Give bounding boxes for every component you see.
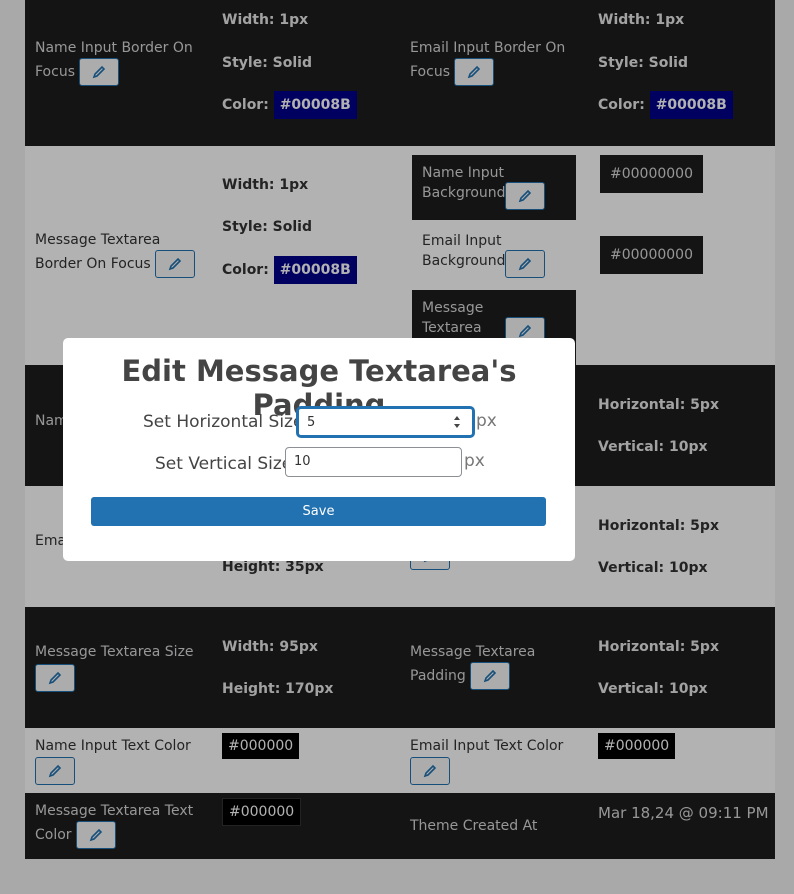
- save-button[interactable]: Save: [91, 497, 546, 526]
- unit-label: px: [464, 451, 485, 471]
- horizontal-size-label: Set Horizontal Size: [143, 412, 304, 432]
- unit-label: px: [476, 411, 497, 431]
- vertical-size-label: Set Vertical Size: [155, 454, 293, 474]
- vertical-size-value: 10: [294, 454, 311, 469]
- horizontal-size-input[interactable]: 5: [297, 407, 474, 437]
- horizontal-size-value: 5: [307, 415, 316, 430]
- edit-padding-modal: Edit Message Textarea's Padding Set Hori…: [63, 338, 575, 561]
- spinner-icon[interactable]: [452, 412, 462, 432]
- vertical-size-input[interactable]: 10: [285, 447, 462, 477]
